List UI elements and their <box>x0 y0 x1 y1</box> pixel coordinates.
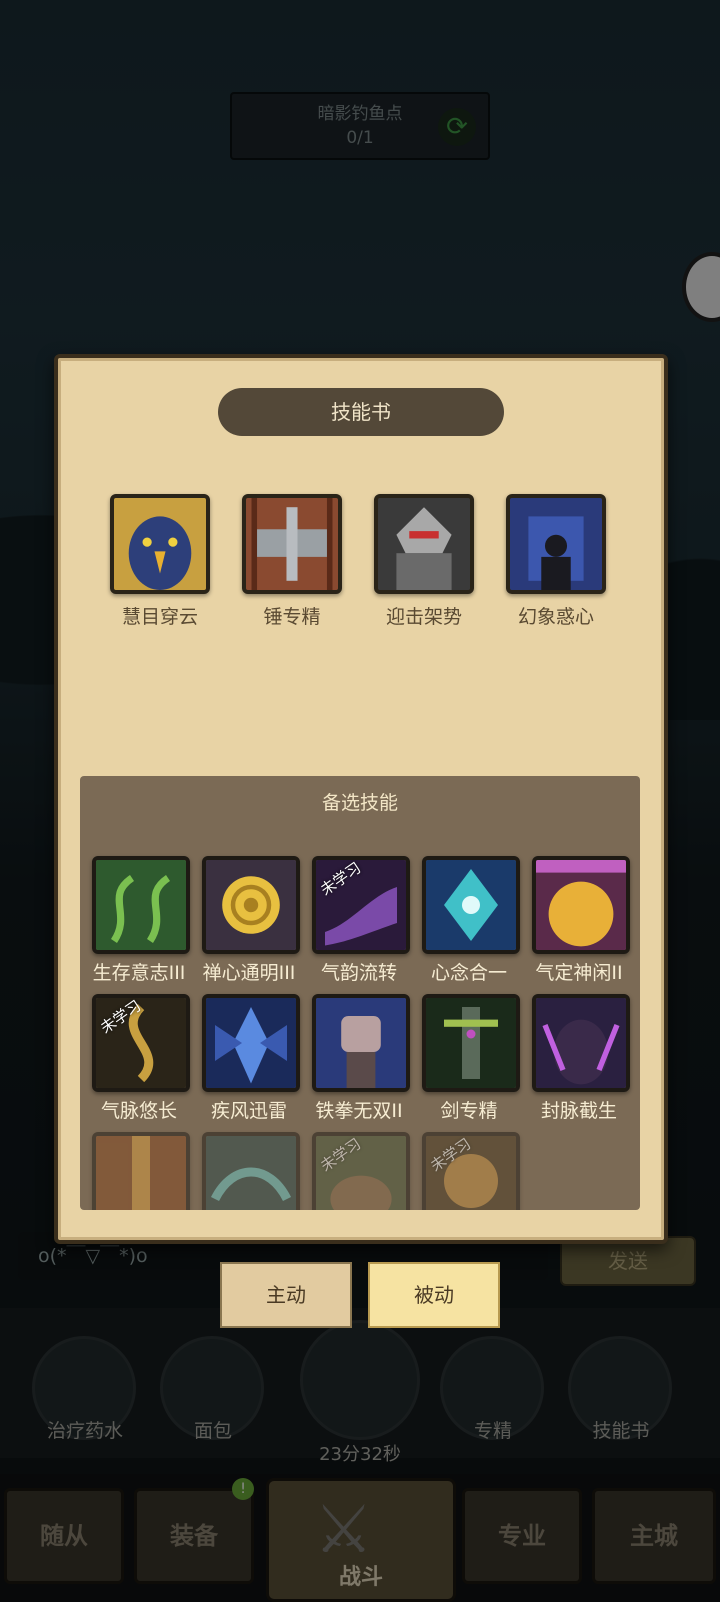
alt-skill-2[interactable] <box>202 856 300 954</box>
tab-passive[interactable]: 被动 <box>368 1262 500 1328</box>
alt-skill-10[interactable] <box>532 994 630 1092</box>
alt-label-2: 禅心通明III <box>202 962 296 984</box>
alt-label-6: 气脉悠长 <box>100 1100 177 1122</box>
alt-skill-13[interactable]: 未学习 <box>312 1132 410 1210</box>
alt-label-5: 气定神闲II <box>535 962 623 984</box>
alternative-skills-section: 备选技能 未学习 未学习 未学习 未学习 <box>80 776 640 1210</box>
alt-skill-1[interactable] <box>92 856 190 954</box>
wave-icon <box>206 1136 296 1210</box>
equipped-skill-2[interactable] <box>242 494 342 594</box>
fist-icon <box>316 998 406 1088</box>
alt-skill-14[interactable]: 未学习 <box>422 1132 520 1210</box>
alt-skill-9[interactable] <box>422 994 520 1092</box>
chain-icon <box>536 998 626 1088</box>
spiral-icon <box>206 860 296 950</box>
equipped-skill-1[interactable] <box>110 494 210 594</box>
alt-label-7: 疾风迅雷 <box>210 1100 287 1122</box>
panel-title: 技能书 <box>218 388 504 436</box>
eagle-icon <box>114 498 206 590</box>
alternatives-title: 备选技能 <box>321 792 398 814</box>
alt-skill-12[interactable] <box>202 1132 300 1210</box>
alt-skill-11[interactable] <box>92 1132 190 1210</box>
equipped-label-4: 幻象惑心 <box>517 606 594 628</box>
vines-icon <box>96 860 186 950</box>
equipped-label-2: 锤专精 <box>263 606 321 628</box>
alt-skill-8[interactable] <box>312 994 410 1092</box>
alt-skill-3[interactable]: 未学习 <box>312 856 410 954</box>
hammer-icon <box>246 498 338 590</box>
alt-label-3: 气韵流转 <box>320 962 397 984</box>
torso-icon <box>536 860 626 950</box>
equipped-label-3: 迎击架势 <box>385 606 462 628</box>
alt-skill-6[interactable]: 未学习 <box>92 994 190 1092</box>
knight-icon <box>378 498 470 590</box>
blade-icon <box>206 998 296 1088</box>
tab-active[interactable]: 主动 <box>220 1262 352 1328</box>
alt-label-9: 剑专精 <box>440 1100 498 1122</box>
equipped-skill-4[interactable] <box>506 494 606 594</box>
alt-skill-4[interactable] <box>422 856 520 954</box>
alt-skill-7[interactable] <box>202 994 300 1092</box>
equipped-label-1: 慧目穿云 <box>121 606 198 628</box>
alt-label-8: 铁拳无双II <box>315 1100 403 1122</box>
gate-icon <box>96 1136 186 1210</box>
alt-skill-5[interactable] <box>532 856 630 954</box>
crystal-icon <box>426 860 516 950</box>
alt-label-10: 封脉截生 <box>540 1100 617 1122</box>
sword-icon <box>426 998 516 1088</box>
alt-label-4: 心念合一 <box>430 962 507 984</box>
phantom-icon <box>510 498 602 590</box>
equipped-skill-3[interactable] <box>374 494 474 594</box>
alt-label-1: 生存意志III <box>92 962 186 984</box>
